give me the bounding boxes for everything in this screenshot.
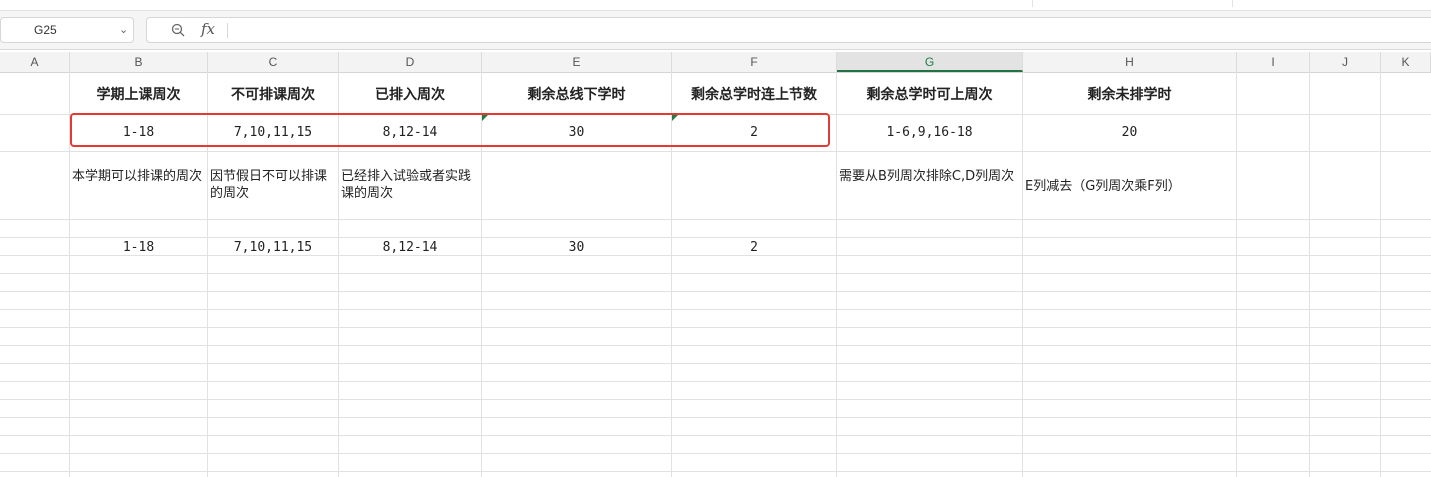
grid-line <box>0 381 1431 382</box>
column-headers: A B C D E F G H I J K <box>0 52 1431 73</box>
grid-line <box>0 309 1431 310</box>
cell-f1[interactable]: 剩余总学时连上节数 <box>672 84 836 104</box>
column-header-j[interactable]: J <box>1310 52 1381 72</box>
column-header-h[interactable]: H <box>1023 52 1237 72</box>
column-header-i[interactable]: I <box>1237 52 1310 72</box>
formula-input-area[interactable]: fx <box>146 17 1431 43</box>
grid-line <box>0 237 1431 238</box>
grid-line <box>0 255 1431 256</box>
column-header-k[interactable]: K <box>1381 52 1431 72</box>
cell-h1[interactable]: 剩余未排学时 <box>1023 84 1236 104</box>
grid-line <box>0 151 1431 152</box>
grid-line <box>0 291 1431 292</box>
grid-line <box>0 327 1431 328</box>
cell-d5[interactable]: 8,12-14 <box>339 240 481 255</box>
cell-h2[interactable]: 20 <box>1023 125 1236 140</box>
grid-line <box>0 273 1431 274</box>
grid-line <box>0 471 1431 472</box>
zoom-icon[interactable] <box>171 23 185 37</box>
cell-b5[interactable]: 1-18 <box>70 240 207 255</box>
column-header-d[interactable]: D <box>339 52 482 72</box>
formula-bar: G25 ⌄ fx <box>0 11 1431 50</box>
cell-g3[interactable]: 需要从B列周次排除C,D列周次 <box>839 168 1020 185</box>
cell-f5[interactable]: 2 <box>672 240 836 255</box>
grid-line <box>0 399 1431 400</box>
grid-line <box>0 219 1431 220</box>
cell-b1[interactable]: 学期上课周次 <box>70 84 207 104</box>
cell-c5[interactable]: 7,10,11,15 <box>208 240 338 255</box>
cell-h3[interactable]: E列减去（G列周次乘F列） <box>1025 178 1235 195</box>
formula-separator <box>227 23 228 38</box>
cell-d1[interactable]: 已排入周次 <box>339 84 481 104</box>
column-header-b[interactable]: B <box>70 52 208 72</box>
column-header-c[interactable]: C <box>208 52 339 72</box>
top-divider <box>1032 0 1033 7</box>
function-icon[interactable]: fx <box>201 20 215 38</box>
cell-c3[interactable]: 因节假日不可以排课的周次 <box>210 168 336 202</box>
column-header-g[interactable]: G <box>837 52 1023 72</box>
cell-e5[interactable]: 30 <box>482 240 671 255</box>
name-box-value: G25 <box>34 23 57 37</box>
top-divider <box>1232 0 1233 7</box>
grid-line <box>0 453 1431 454</box>
column-header-a[interactable]: A <box>0 52 70 72</box>
grid-line <box>0 435 1431 436</box>
cell-g1[interactable]: 剩余总学时可上周次 <box>837 84 1022 104</box>
cell-b3[interactable]: 本学期可以排课的周次 <box>72 168 205 185</box>
top-strip <box>0 0 1431 11</box>
grid-line <box>0 417 1431 418</box>
name-box[interactable]: G25 ⌄ <box>0 17 134 43</box>
grid-line <box>0 345 1431 346</box>
highlight-box <box>70 113 830 147</box>
chevron-down-icon[interactable]: ⌄ <box>119 23 128 36</box>
grid-line <box>0 363 1431 364</box>
cell-d3[interactable]: 已经排入试验或者实践课的周次 <box>341 168 479 202</box>
cell-e1[interactable]: 剩余总线下学时 <box>482 84 671 104</box>
column-header-e[interactable]: E <box>482 52 672 72</box>
cell-g2[interactable]: 1-6,9,16-18 <box>837 125 1022 140</box>
cell-c1[interactable]: 不可排课周次 <box>208 84 338 104</box>
column-header-f[interactable]: F <box>672 52 837 72</box>
